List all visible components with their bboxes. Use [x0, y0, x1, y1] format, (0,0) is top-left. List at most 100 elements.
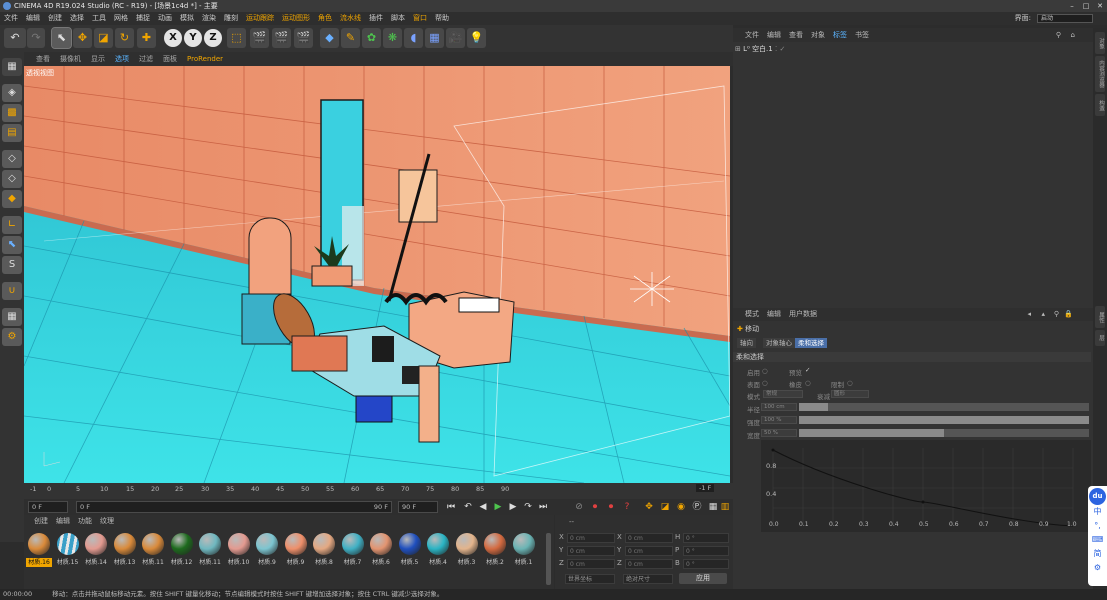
ime-chinese-toggle[interactable]: 中 — [1088, 505, 1107, 519]
tab-content-browser[interactable]: 内容浏览器 — [1095, 56, 1105, 92]
tab-attributes[interactable]: 属性 — [1095, 306, 1105, 328]
tweak-mode-icon[interactable]: ⬉ — [2, 236, 22, 254]
strength-field[interactable]: 100 % — [761, 416, 797, 424]
material-scrollbar[interactable] — [546, 533, 551, 585]
play-icon[interactable]: ▶ — [491, 501, 505, 513]
pos-z-field[interactable]: 0 cm — [567, 559, 615, 569]
timeline-icon[interactable]: ▥ — [718, 501, 732, 513]
current-frame-field[interactable]: 0 F — [28, 501, 68, 513]
render-picture-viewer-icon[interactable]: 🎬 — [272, 28, 291, 48]
rubber-checkbox[interactable]: ○ — [805, 379, 811, 387]
obj-menu-edit[interactable]: 编辑 — [763, 28, 785, 42]
attr-menu-userdata[interactable]: 用户数据 — [785, 308, 821, 321]
lock-icon[interactable]: 🔒 — [1060, 308, 1077, 321]
mat-menu-edit[interactable]: 编辑 — [52, 515, 74, 527]
subdivision-icon[interactable]: ✿ — [362, 28, 381, 48]
attr-menu-mode[interactable]: 模式 — [733, 308, 763, 321]
cube-icon[interactable]: ◆ — [320, 28, 339, 48]
cloner-icon[interactable]: ❋ — [383, 28, 402, 48]
settings-gear-icon[interactable]: ⚙ — [1088, 561, 1107, 575]
material-swatch[interactable]: 材质.4 — [425, 531, 451, 575]
up-icon[interactable]: ▴ — [1037, 308, 1049, 321]
falloff-select[interactable]: 圆形 — [831, 390, 869, 398]
y-axis-toggle[interactable]: Y — [184, 29, 202, 47]
menu-sculpt[interactable]: 雕刻 — [220, 12, 242, 25]
magnet-icon[interactable]: ∪ — [2, 282, 22, 300]
record-icon[interactable]: ⏺ — [588, 501, 602, 513]
tab-objects[interactable]: 对象 — [1095, 32, 1105, 54]
rot-b-field[interactable]: 0 ° — [683, 559, 729, 569]
tab-soft-selection[interactable]: 柔和选择 — [795, 338, 827, 348]
workplane-grid-icon[interactable]: ▦ — [2, 308, 22, 326]
menu-script[interactable]: 脚本 — [387, 12, 409, 25]
pos-y-field[interactable]: 0 cm — [567, 546, 615, 556]
material-swatch[interactable]: 材质.15 — [55, 531, 81, 575]
home-icon[interactable]: ⌂ — [1067, 28, 1079, 42]
material-swatch[interactable]: 材质.6 — [368, 531, 394, 575]
vp-menu-cameras[interactable]: 摄像机 — [55, 52, 86, 66]
vp-menu-panel[interactable]: 面板 — [158, 52, 182, 66]
preview-checkbox[interactable]: ✓ — [805, 366, 810, 374]
render-view-icon[interactable]: 🎬 — [250, 28, 269, 48]
obj-menu-objects[interactable]: 对象 — [807, 28, 829, 42]
expand-icon[interactable]: ⊞ — [735, 45, 741, 53]
scale-key-icon[interactable]: ◪ — [658, 501, 672, 513]
ime-simplified-toggle[interactable]: 简 — [1088, 547, 1107, 561]
menu-render[interactable]: 渲染 — [198, 12, 220, 25]
help-key-icon[interactable]: ? — [620, 501, 634, 513]
material-swatch[interactable]: 材质.3 — [454, 531, 480, 575]
obj-menu-view[interactable]: 查看 — [785, 28, 807, 42]
next-frame-icon[interactable]: ▶ — [506, 501, 520, 513]
object-name[interactable]: 空白.1 — [752, 45, 773, 53]
material-swatch[interactable]: 材质.11 — [197, 531, 223, 575]
minimize-button[interactable]: – — [1065, 0, 1079, 12]
menu-mesh[interactable]: 网格 — [110, 12, 132, 25]
enable-check-icon[interactable]: ✓ — [779, 45, 785, 53]
obj-menu-tags[interactable]: 标签 — [829, 28, 851, 42]
material-swatch[interactable]: 材质.9 — [283, 531, 309, 575]
menu-plugins[interactable]: 插件 — [365, 12, 387, 25]
light-icon[interactable]: 💡 — [467, 28, 486, 48]
undo-button[interactable]: ↶ — [4, 28, 26, 48]
material-swatch[interactable]: 材质.10 — [226, 531, 252, 575]
coord-mode-select[interactable]: 世界坐标 — [565, 574, 615, 584]
width-slider[interactable] — [799, 429, 1089, 437]
material-swatch[interactable]: 材质.16 — [26, 531, 52, 575]
tab-axis[interactable]: 轴向 — [737, 338, 756, 348]
restrict-checkbox[interactable]: ○ — [847, 379, 853, 387]
camera-icon[interactable]: 🎥 — [446, 28, 465, 48]
layout-select[interactable]: 启动 — [1037, 14, 1093, 23]
scale-icon[interactable]: ◪ — [94, 28, 113, 48]
material-swatch[interactable]: 材质.11 — [140, 531, 166, 575]
menu-create[interactable]: 创建 — [44, 12, 66, 25]
falloff-graph[interactable] — [761, 440, 1091, 532]
object-row-null[interactable]: ⊞ L⁰ 空白.1 ⁚ ✓ — [735, 44, 815, 54]
vp-menu-filter[interactable]: 过滤 — [134, 52, 158, 66]
coord-scale-select[interactable]: 绝对尺寸 — [623, 574, 673, 584]
pos-x-field[interactable]: 0 cm — [567, 533, 615, 543]
edges-mode-icon[interactable]: ◇ — [2, 170, 22, 188]
strength-slider[interactable] — [799, 416, 1089, 424]
make-editable-icon[interactable]: ▦ — [2, 58, 22, 76]
go-to-start-icon[interactable]: ⏮ — [444, 501, 458, 513]
obj-menu-file[interactable]: 文件 — [733, 28, 763, 42]
last-tool-icon[interactable]: ✚ — [137, 28, 156, 48]
texture-mode-icon[interactable]: ▩ — [2, 104, 22, 122]
material-swatch[interactable]: 材质.5 — [397, 531, 423, 575]
menu-animate[interactable]: 动画 — [154, 12, 176, 25]
floor-icon[interactable]: ▦ — [425, 28, 444, 48]
lock-workplane-icon[interactable]: ⚙ — [2, 328, 22, 346]
visibility-icon[interactable]: ⁚ — [775, 45, 777, 53]
material-swatch[interactable]: 材质.1 — [511, 531, 537, 575]
param-key-icon[interactable]: Ⓟ — [690, 501, 704, 513]
material-swatch[interactable]: 材质.12 — [169, 531, 195, 575]
move-icon[interactable]: ✥ — [73, 28, 92, 48]
vp-menu-display[interactable]: 显示 — [86, 52, 110, 66]
live-select-icon[interactable]: ⬉ — [51, 27, 72, 49]
menu-pipeline[interactable]: 流水线 — [336, 12, 365, 25]
timeline-ruler[interactable]: -1 0 5 10 15 20 25 30 35 40 45 50 55 60 … — [24, 483, 733, 499]
go-to-end-icon[interactable]: ⏭ — [536, 501, 550, 513]
menu-character[interactable]: 角色 — [314, 12, 336, 25]
mat-menu-function[interactable]: 功能 — [74, 515, 96, 527]
z-axis-toggle[interactable]: Z — [204, 29, 222, 47]
